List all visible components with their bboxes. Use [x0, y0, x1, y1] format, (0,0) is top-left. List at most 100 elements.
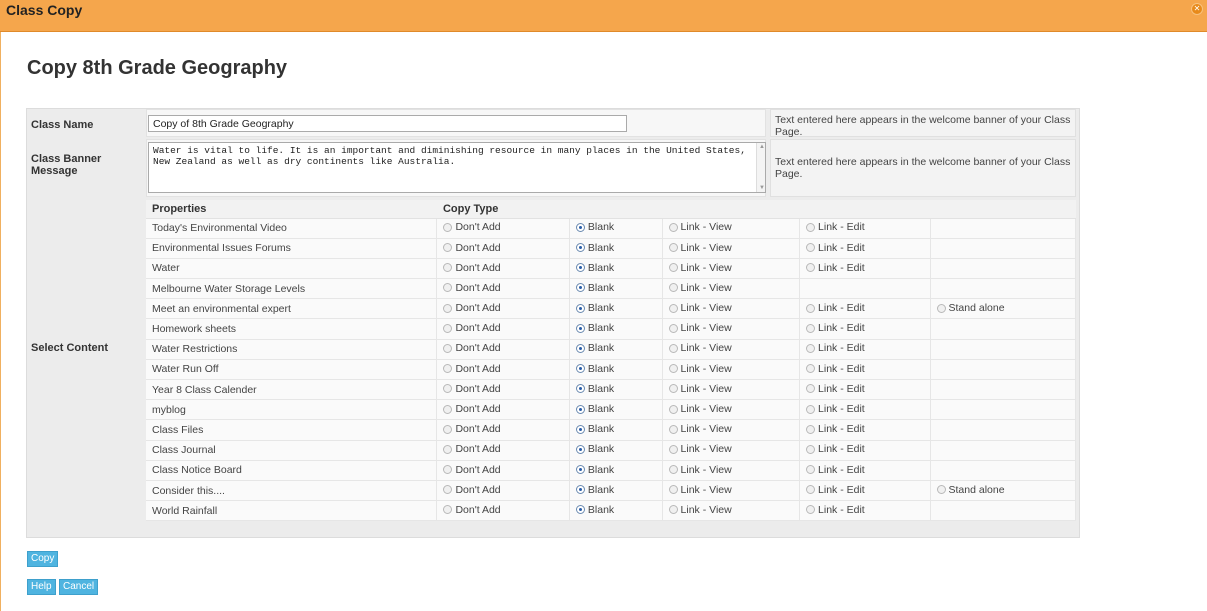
copy-option-dont-add[interactable]: Don't Add: [443, 262, 501, 274]
radio-icon[interactable]: [575, 343, 585, 353]
copy-option-link-edit[interactable]: Link - Edit: [806, 383, 865, 395]
copy-option-link-view[interactable]: Link - View: [668, 484, 732, 496]
radio-icon[interactable]: [443, 323, 453, 333]
copy-option-link-edit[interactable]: Link - Edit: [806, 242, 865, 254]
radio-icon[interactable]: [575, 222, 585, 232]
copy-option-link-view[interactable]: Link - View: [668, 221, 732, 233]
copy-option-link-edit[interactable]: Link - Edit: [806, 302, 865, 314]
radio-icon[interactable]: [668, 424, 678, 434]
copy-option-dont-add[interactable]: Don't Add: [443, 363, 501, 375]
radio-icon[interactable]: [806, 343, 816, 353]
radio-icon[interactable]: [668, 505, 678, 515]
class-name-input[interactable]: [148, 115, 627, 132]
radio-icon[interactable]: [806, 243, 816, 253]
textarea-scrollbar[interactable]: ▲ ▼: [756, 143, 765, 192]
radio-icon[interactable]: [443, 283, 453, 293]
radio-icon[interactable]: [668, 243, 678, 253]
copy-option-blank[interactable]: Blank: [575, 322, 614, 334]
radio-icon[interactable]: [936, 303, 946, 313]
radio-icon[interactable]: [668, 485, 678, 495]
copy-button[interactable]: Copy: [27, 551, 59, 567]
radio-icon[interactable]: [806, 364, 816, 374]
help-button[interactable]: Help: [27, 579, 56, 595]
copy-option-link-edit[interactable]: Link - Edit: [806, 504, 865, 516]
copy-option-blank[interactable]: Blank: [575, 403, 614, 415]
radio-icon[interactable]: [443, 424, 453, 434]
radio-icon[interactable]: [575, 465, 585, 475]
radio-icon[interactable]: [443, 343, 453, 353]
copy-option-blank[interactable]: Blank: [575, 423, 614, 435]
copy-option-dont-add[interactable]: Don't Add: [443, 302, 501, 314]
copy-option-link-view[interactable]: Link - View: [668, 322, 732, 334]
copy-option-dont-add[interactable]: Don't Add: [443, 403, 501, 415]
copy-option-stand-alone[interactable]: Stand alone: [936, 484, 1005, 496]
radio-icon[interactable]: [668, 263, 678, 273]
radio-icon[interactable]: [575, 384, 585, 394]
radio-icon[interactable]: [575, 485, 585, 495]
copy-option-link-edit[interactable]: Link - Edit: [806, 443, 865, 455]
copy-option-dont-add[interactable]: Don't Add: [443, 443, 501, 455]
scroll-down-icon[interactable]: ▼: [759, 185, 765, 191]
radio-icon[interactable]: [443, 444, 453, 454]
radio-icon[interactable]: [668, 465, 678, 475]
radio-icon[interactable]: [443, 303, 453, 313]
radio-icon[interactable]: [668, 283, 678, 293]
copy-option-dont-add[interactable]: Don't Add: [443, 484, 501, 496]
cancel-button[interactable]: Cancel: [59, 579, 99, 595]
copy-option-link-edit[interactable]: Link - Edit: [806, 464, 865, 476]
copy-option-link-edit[interactable]: Link - Edit: [806, 221, 865, 233]
copy-option-link-view[interactable]: Link - View: [668, 504, 732, 516]
radio-icon[interactable]: [575, 424, 585, 434]
copy-option-blank[interactable]: Blank: [575, 282, 614, 294]
radio-icon[interactable]: [575, 444, 585, 454]
radio-icon[interactable]: [806, 404, 816, 414]
radio-icon[interactable]: [806, 323, 816, 333]
copy-option-dont-add[interactable]: Don't Add: [443, 342, 501, 354]
copy-option-link-view[interactable]: Link - View: [668, 262, 732, 274]
copy-option-blank[interactable]: Blank: [575, 504, 614, 516]
copy-option-link-view[interactable]: Link - View: [668, 423, 732, 435]
radio-icon[interactable]: [806, 384, 816, 394]
copy-option-blank[interactable]: Blank: [575, 363, 614, 375]
radio-icon[interactable]: [806, 222, 816, 232]
copy-option-blank[interactable]: Blank: [575, 383, 614, 395]
copy-option-blank[interactable]: Blank: [575, 242, 614, 254]
radio-icon[interactable]: [668, 303, 678, 313]
radio-icon[interactable]: [806, 465, 816, 475]
copy-option-dont-add[interactable]: Don't Add: [443, 464, 501, 476]
copy-option-link-edit[interactable]: Link - Edit: [806, 403, 865, 415]
radio-icon[interactable]: [668, 384, 678, 394]
copy-option-blank[interactable]: Blank: [575, 221, 614, 233]
copy-option-blank[interactable]: Blank: [575, 484, 614, 496]
radio-icon[interactable]: [443, 485, 453, 495]
radio-icon[interactable]: [668, 444, 678, 454]
radio-icon[interactable]: [443, 364, 453, 374]
radio-icon[interactable]: [443, 222, 453, 232]
copy-option-link-view[interactable]: Link - View: [668, 302, 732, 314]
copy-option-dont-add[interactable]: Don't Add: [443, 504, 501, 516]
radio-icon[interactable]: [806, 505, 816, 515]
radio-icon[interactable]: [668, 364, 678, 374]
copy-option-dont-add[interactable]: Don't Add: [443, 282, 501, 294]
radio-icon[interactable]: [668, 222, 678, 232]
copy-option-link-view[interactable]: Link - View: [668, 443, 732, 455]
copy-option-link-edit[interactable]: Link - Edit: [806, 262, 865, 274]
copy-option-link-edit[interactable]: Link - Edit: [806, 363, 865, 375]
copy-option-link-view[interactable]: Link - View: [668, 342, 732, 354]
copy-option-link-view[interactable]: Link - View: [668, 242, 732, 254]
copy-option-link-view[interactable]: Link - View: [668, 383, 732, 395]
radio-icon[interactable]: [443, 404, 453, 414]
copy-option-dont-add[interactable]: Don't Add: [443, 242, 501, 254]
radio-icon[interactable]: [668, 343, 678, 353]
copy-option-blank[interactable]: Blank: [575, 464, 614, 476]
radio-icon[interactable]: [443, 243, 453, 253]
copy-option-link-view[interactable]: Link - View: [668, 363, 732, 375]
copy-option-link-view[interactable]: Link - View: [668, 464, 732, 476]
copy-option-link-edit[interactable]: Link - Edit: [806, 342, 865, 354]
radio-icon[interactable]: [443, 505, 453, 515]
radio-icon[interactable]: [575, 303, 585, 313]
copy-option-dont-add[interactable]: Don't Add: [443, 423, 501, 435]
scroll-up-icon[interactable]: ▲: [759, 144, 765, 150]
copy-option-stand-alone[interactable]: Stand alone: [936, 302, 1005, 314]
radio-icon[interactable]: [443, 465, 453, 475]
